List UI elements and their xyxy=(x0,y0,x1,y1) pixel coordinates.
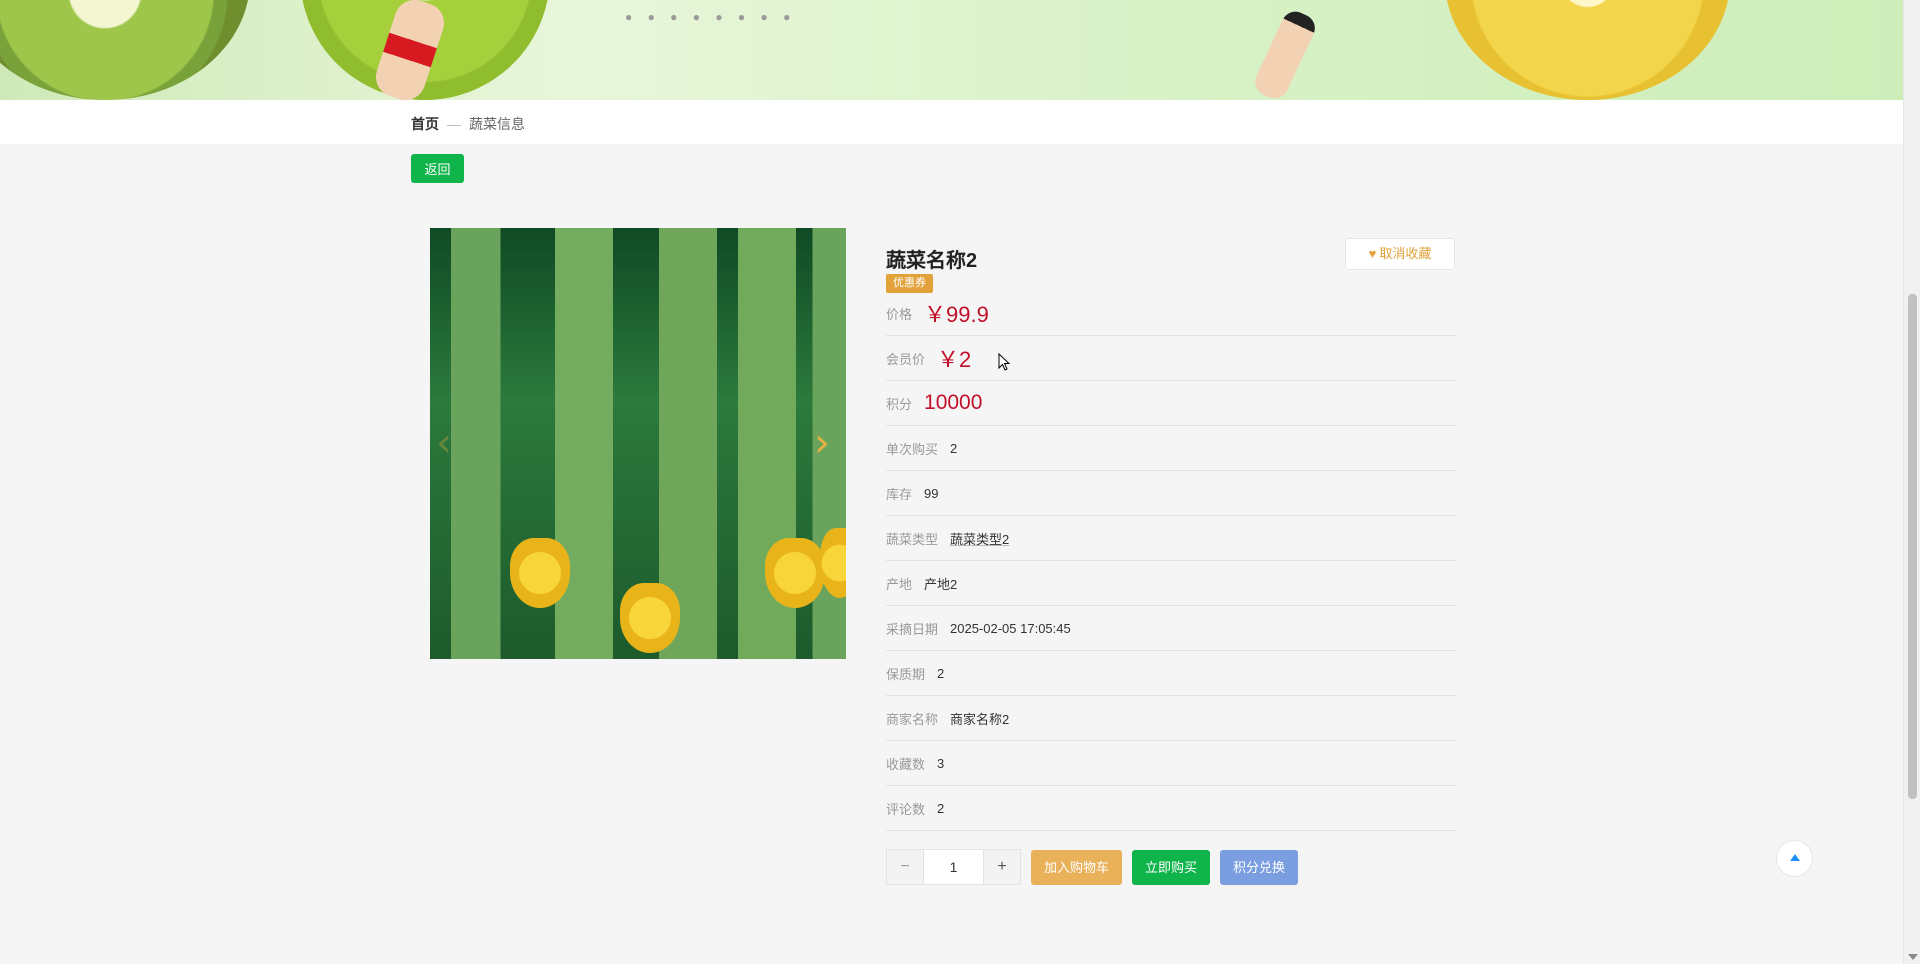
vertical-scrollbar[interactable] xyxy=(1903,0,1920,964)
flower-decoration xyxy=(820,528,846,598)
points-value: 10000 xyxy=(924,391,983,414)
scroll-down-icon[interactable] xyxy=(1908,954,1918,960)
field-row-stock: 库存 99 xyxy=(886,471,1456,516)
breadcrumb: 首页 — 蔬菜信息 xyxy=(411,114,525,134)
redeem-points-button[interactable]: 积分兑换 xyxy=(1220,849,1299,885)
field-label: 库存 xyxy=(886,486,913,502)
price-value: ￥99.9 xyxy=(924,302,989,327)
field-label: 评论数 xyxy=(886,801,926,817)
field-label: 产地 xyxy=(886,576,913,592)
product-image-carousel[interactable]: ‹ › xyxy=(430,228,846,659)
field-row-shelf-life: 保质期 2 xyxy=(886,651,1456,696)
field-row-purchase-limit: 单次购买 2 xyxy=(886,426,1456,471)
field-value: 商家名称2 xyxy=(950,711,1010,727)
product-fields: 价格 ￥99.9 会员价 ￥2 积分 10000 单次购买 2 库存 99 蔬菜… xyxy=(886,291,1456,831)
field-label: 价格 xyxy=(886,306,913,322)
field-label: 收藏数 xyxy=(886,756,926,772)
field-value: 2 xyxy=(950,440,958,456)
field-row-origin: 产地 产地2 xyxy=(886,561,1456,606)
field-value: 产地2 xyxy=(924,576,958,592)
field-value: 2 xyxy=(937,800,945,816)
vegetable-type-link[interactable]: 蔬菜类型2 xyxy=(950,529,1009,548)
arrow-up-icon xyxy=(1790,854,1800,861)
field-row-vegetable-type: 蔬菜类型 蔬菜类型2 xyxy=(886,516,1456,561)
quantity-decrease-button[interactable]: − xyxy=(887,850,923,884)
field-label: 会员价 xyxy=(886,351,926,367)
field-row-price: 价格 ￥99.9 xyxy=(886,291,1456,336)
breadcrumb-home[interactable]: 首页 xyxy=(411,116,439,132)
field-value: 3 xyxy=(937,755,945,771)
breadcrumb-bar: 首页 — 蔬菜信息 xyxy=(0,100,1903,144)
add-to-cart-button[interactable]: 加入购物车 xyxy=(1031,849,1123,885)
back-to-top-button[interactable] xyxy=(1776,840,1813,877)
field-label: 积分 xyxy=(886,396,913,412)
chevron-left-icon[interactable]: ‹ xyxy=(436,423,462,463)
scrollbar-thumb[interactable] xyxy=(1908,294,1917,799)
field-label: 蔬菜类型 xyxy=(886,531,939,547)
field-value: 2025-02-05 17:05:45 xyxy=(950,620,1071,636)
header-banner: ● ● ● ● ● ● ● ● xyxy=(0,0,1903,100)
flower-decoration xyxy=(620,583,680,653)
kiwi-image xyxy=(0,0,250,100)
quantity-increase-button[interactable]: + xyxy=(984,850,1020,884)
field-row-points: 积分 10000 xyxy=(886,381,1456,426)
purchase-actions: − + 加入购物车 立即购买 积分兑换 xyxy=(886,849,1299,885)
swimmer-image xyxy=(1250,7,1320,100)
quantity-input[interactable] xyxy=(923,850,984,884)
breadcrumb-separator: — xyxy=(447,116,461,132)
field-value: 2 xyxy=(937,665,945,681)
back-button[interactable]: 返回 xyxy=(411,154,464,183)
field-value: 99 xyxy=(924,485,939,501)
decoration-dots: ● ● ● ● ● ● ● ● xyxy=(625,10,797,24)
field-label: 商家名称 xyxy=(886,711,939,727)
field-row-favorites: 收藏数 3 xyxy=(886,741,1456,786)
field-label: 采摘日期 xyxy=(886,621,939,637)
flower-decoration xyxy=(510,538,570,608)
field-row-pick-date: 采摘日期 2025-02-05 17:05:45 xyxy=(886,606,1456,651)
unfavorite-label: 取消收藏 xyxy=(1379,246,1432,261)
field-label: 保质期 xyxy=(886,666,926,682)
member-price-value: ￥2 xyxy=(937,347,972,372)
heart-icon: ♥ xyxy=(1368,246,1377,261)
flower-decoration xyxy=(765,538,825,608)
buy-now-button[interactable]: 立即购买 xyxy=(1132,849,1211,885)
kiwi-image xyxy=(1445,0,1730,100)
quantity-stepper: − + xyxy=(886,849,1021,885)
field-row-comments: 评论数 2 xyxy=(886,786,1456,831)
field-label: 单次购买 xyxy=(886,441,939,457)
unfavorite-button[interactable]: ♥ 取消收藏 xyxy=(1345,238,1455,270)
field-row-member-price: 会员价 ￥2 xyxy=(886,336,1456,381)
field-row-merchant: 商家名称 商家名称2 xyxy=(886,696,1456,741)
chevron-right-icon[interactable]: › xyxy=(814,423,840,463)
breadcrumb-current: 蔬菜信息 xyxy=(469,116,525,132)
